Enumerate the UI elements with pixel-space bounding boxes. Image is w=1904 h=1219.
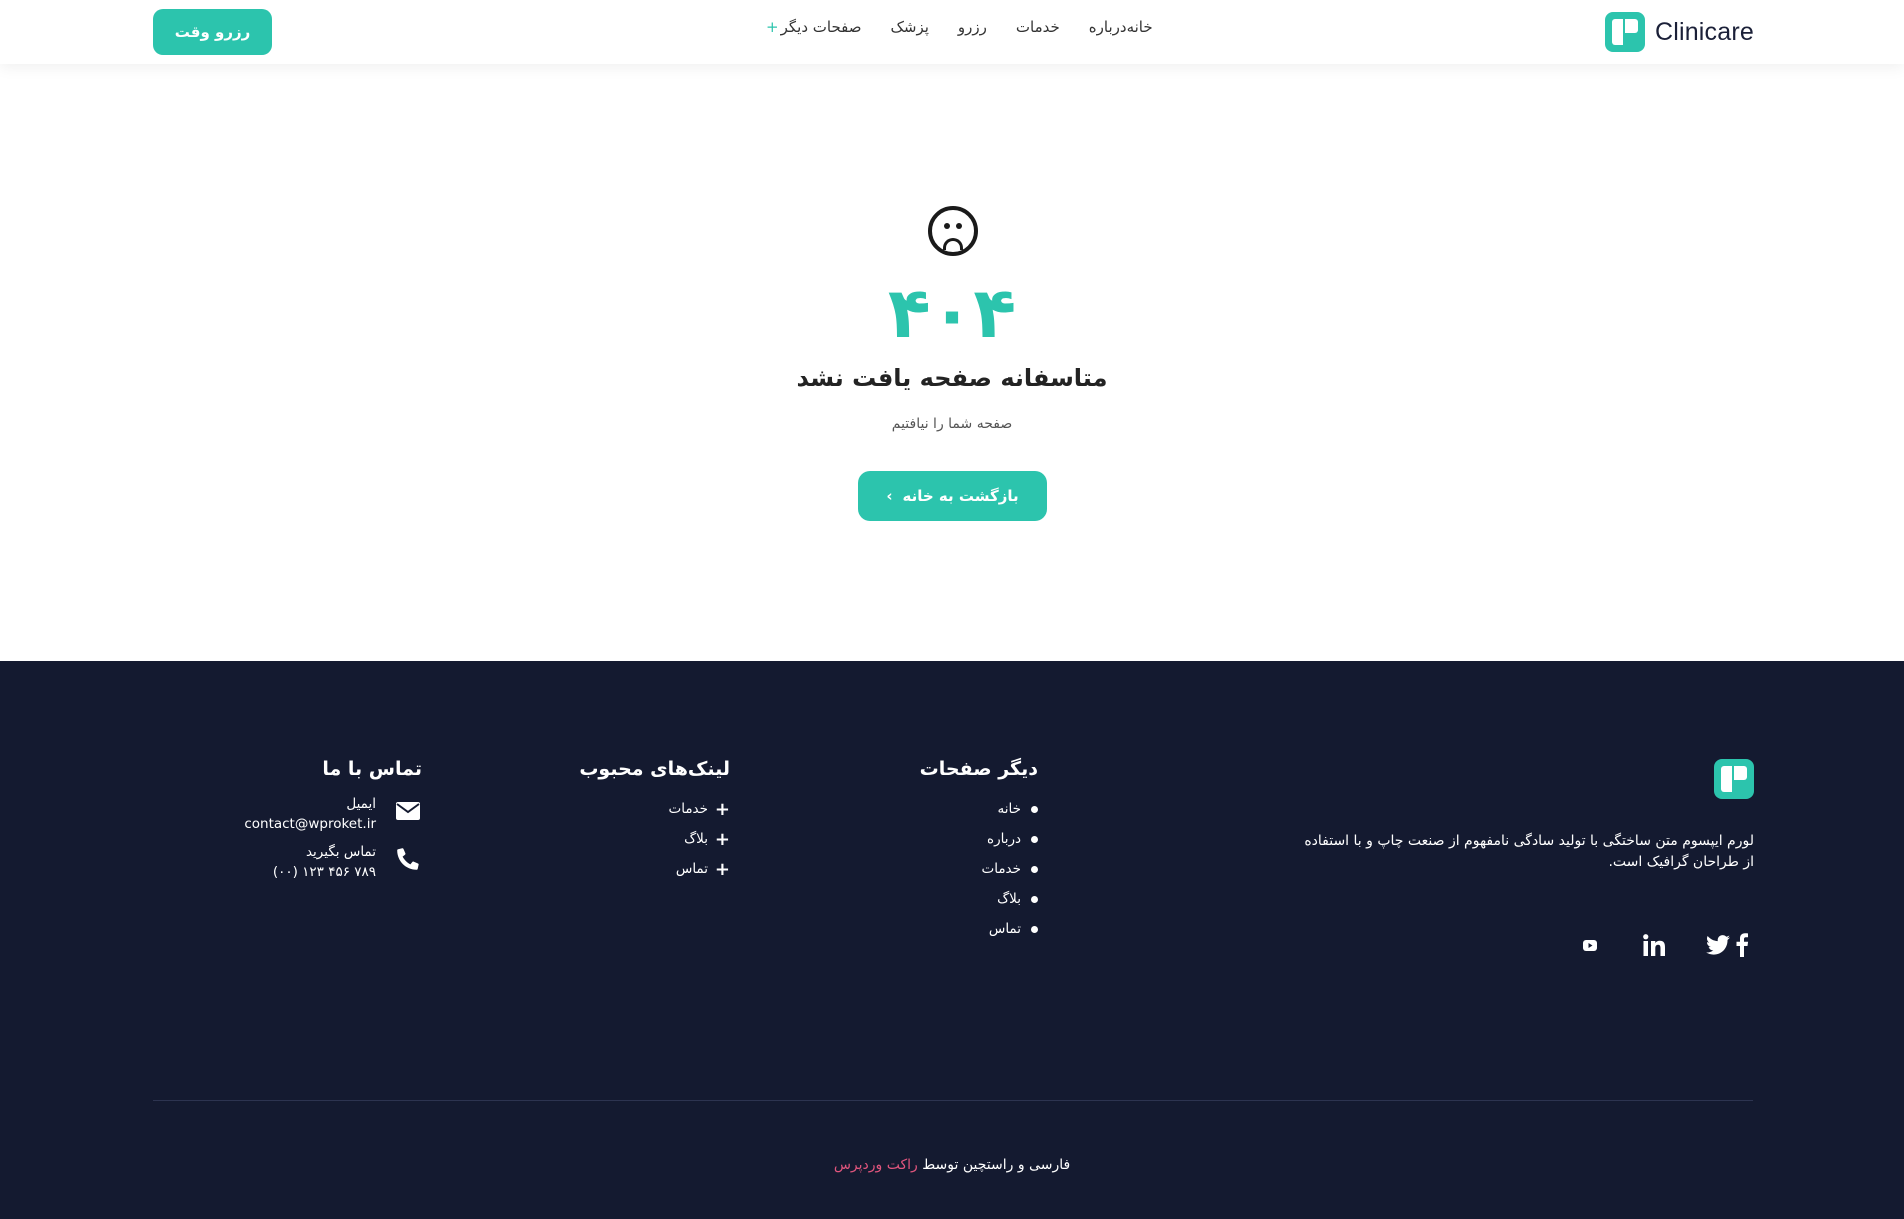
- popular-link-blog[interactable]: + بلاگ: [579, 824, 730, 854]
- social-links: [1538, 933, 1754, 957]
- copyright-brand-link[interactable]: راکت وردپرس: [834, 1157, 918, 1173]
- copyright-text: فارسی و راستچین توسط: [922, 1157, 1071, 1173]
- contact-phone-label: تماس بگیرید: [305, 844, 376, 860]
- contact-phone-value: (۰۰) ۱۲۳ ۴۵۶ ۷۸۹: [272, 864, 376, 880]
- popular-link-label: تماس: [675, 861, 708, 877]
- footer-other-pages-title: دیگر صفحات: [919, 758, 1038, 780]
- back-home-label: بازگشت به خانه: [902, 487, 1019, 505]
- footer-popular-links: لینک‌های محبوب + خدمات + بلاگ + تماس: [579, 758, 730, 884]
- twitter-icon[interactable]: [1706, 933, 1730, 957]
- footer-link-blog[interactable]: بلاگ: [920, 884, 1038, 914]
- nav-item-home[interactable]: خانه: [1127, 18, 1153, 36]
- nav-item-booking[interactable]: رزرو: [958, 18, 987, 36]
- site-logo[interactable]: Clinicare: [1604, 12, 1754, 52]
- nav-item-about[interactable]: درباره: [1089, 18, 1127, 36]
- bullet-icon: [1031, 805, 1038, 813]
- footer-link-label: درباره: [987, 831, 1021, 847]
- footer-link-home[interactable]: خانه: [920, 794, 1038, 824]
- footer-link-label: تماس: [988, 921, 1021, 937]
- footer-contact-title: تماس با ما: [322, 758, 422, 780]
- footer-copyright: فارسی و راستچین توسط راکت وردپرس: [752, 1157, 1152, 1173]
- plus-icon: +: [714, 858, 730, 880]
- plus-icon: +: [714, 798, 730, 820]
- footer-contact: تماس با ما ایمیل contact@wproket.ir تماس…: [244, 758, 422, 890]
- footer-link-about[interactable]: درباره: [920, 824, 1038, 854]
- main-nav: خانه درباره خدمات رزرو پزشک + صفحات دیگر: [737, 18, 1153, 36]
- logo-text: Clinicare: [1654, 17, 1754, 46]
- footer-popular-links-title: لینک‌های محبوب: [579, 758, 730, 780]
- footer-link-label: بلاگ: [997, 891, 1021, 907]
- youtube-icon[interactable]: [1578, 933, 1602, 957]
- back-home-button[interactable]: بازگشت به خانه ›: [858, 471, 1047, 521]
- footer-link-contact[interactable]: تماس: [920, 914, 1038, 944]
- footer-link-services[interactable]: خدمات: [920, 854, 1038, 884]
- book-appointment-button[interactable]: رزرو وقت: [153, 9, 272, 55]
- popular-link-label: بلاگ: [684, 831, 708, 847]
- popular-link-services[interactable]: + خدمات: [579, 794, 731, 824]
- footer-link-label: خانه: [997, 801, 1021, 817]
- error-code: ۴۰۴: [887, 272, 1017, 354]
- linkedin-icon[interactable]: [1642, 933, 1666, 957]
- phone-icon: [394, 842, 422, 876]
- footer-link-label: خدمات: [981, 861, 1022, 877]
- footer-divider: [153, 1100, 1753, 1101]
- envelope-icon: [394, 794, 422, 828]
- plus-icon: +: [714, 828, 730, 850]
- site-footer: لورم ایپسوم متن ساختگی با تولید سادگی نا…: [0, 661, 1904, 1219]
- footer-description: لورم ایپسوم متن ساختگی با تولید سادگی نا…: [1304, 833, 1754, 870]
- bullet-icon: [1031, 835, 1038, 843]
- facebook-icon[interactable]: [1730, 933, 1754, 957]
- footer-other-pages: دیگر صفحات خانه درباره خدمات بلاگ تماس: [920, 758, 1038, 944]
- bullet-icon: [1031, 895, 1038, 903]
- nav-item-services[interactable]: خدمات: [1016, 18, 1060, 36]
- site-header: Clinicare خانه درباره خدمات رزرو پزشک + …: [0, 0, 1904, 64]
- contact-email[interactable]: ایمیل contact@wproket.ir: [244, 794, 422, 834]
- bullet-icon: [1031, 865, 1038, 873]
- chevron-left-icon: ›: [886, 487, 893, 505]
- nav-item-doctor[interactable]: پزشک: [890, 18, 928, 36]
- nav-item-other-pages[interactable]: + صفحات دیگر: [766, 18, 861, 36]
- error-subtitle: صفحه شما را نیافتیم: [891, 416, 1013, 432]
- bullet-icon: [1031, 925, 1038, 933]
- contact-phone[interactable]: تماس بگیرید (۰۰) ۱۲۳ ۴۵۶ ۷۸۹: [244, 842, 422, 882]
- plus-icon: +: [766, 18, 779, 36]
- popular-link-label: خدمات: [668, 801, 709, 817]
- footer-logo-icon[interactable]: [1714, 759, 1754, 799]
- popular-link-contact[interactable]: + تماس: [579, 854, 730, 884]
- sad-face-icon: [928, 206, 978, 256]
- contact-email-label: ایمیل: [346, 796, 376, 812]
- logo-mark-icon: [1604, 12, 1645, 52]
- contact-email-value: contact@wproket.ir: [244, 816, 376, 832]
- nav-item-other-pages-label: صفحات دیگر: [780, 18, 862, 36]
- error-title: متاسفانه صفحه یافت نشد: [796, 364, 1108, 392]
